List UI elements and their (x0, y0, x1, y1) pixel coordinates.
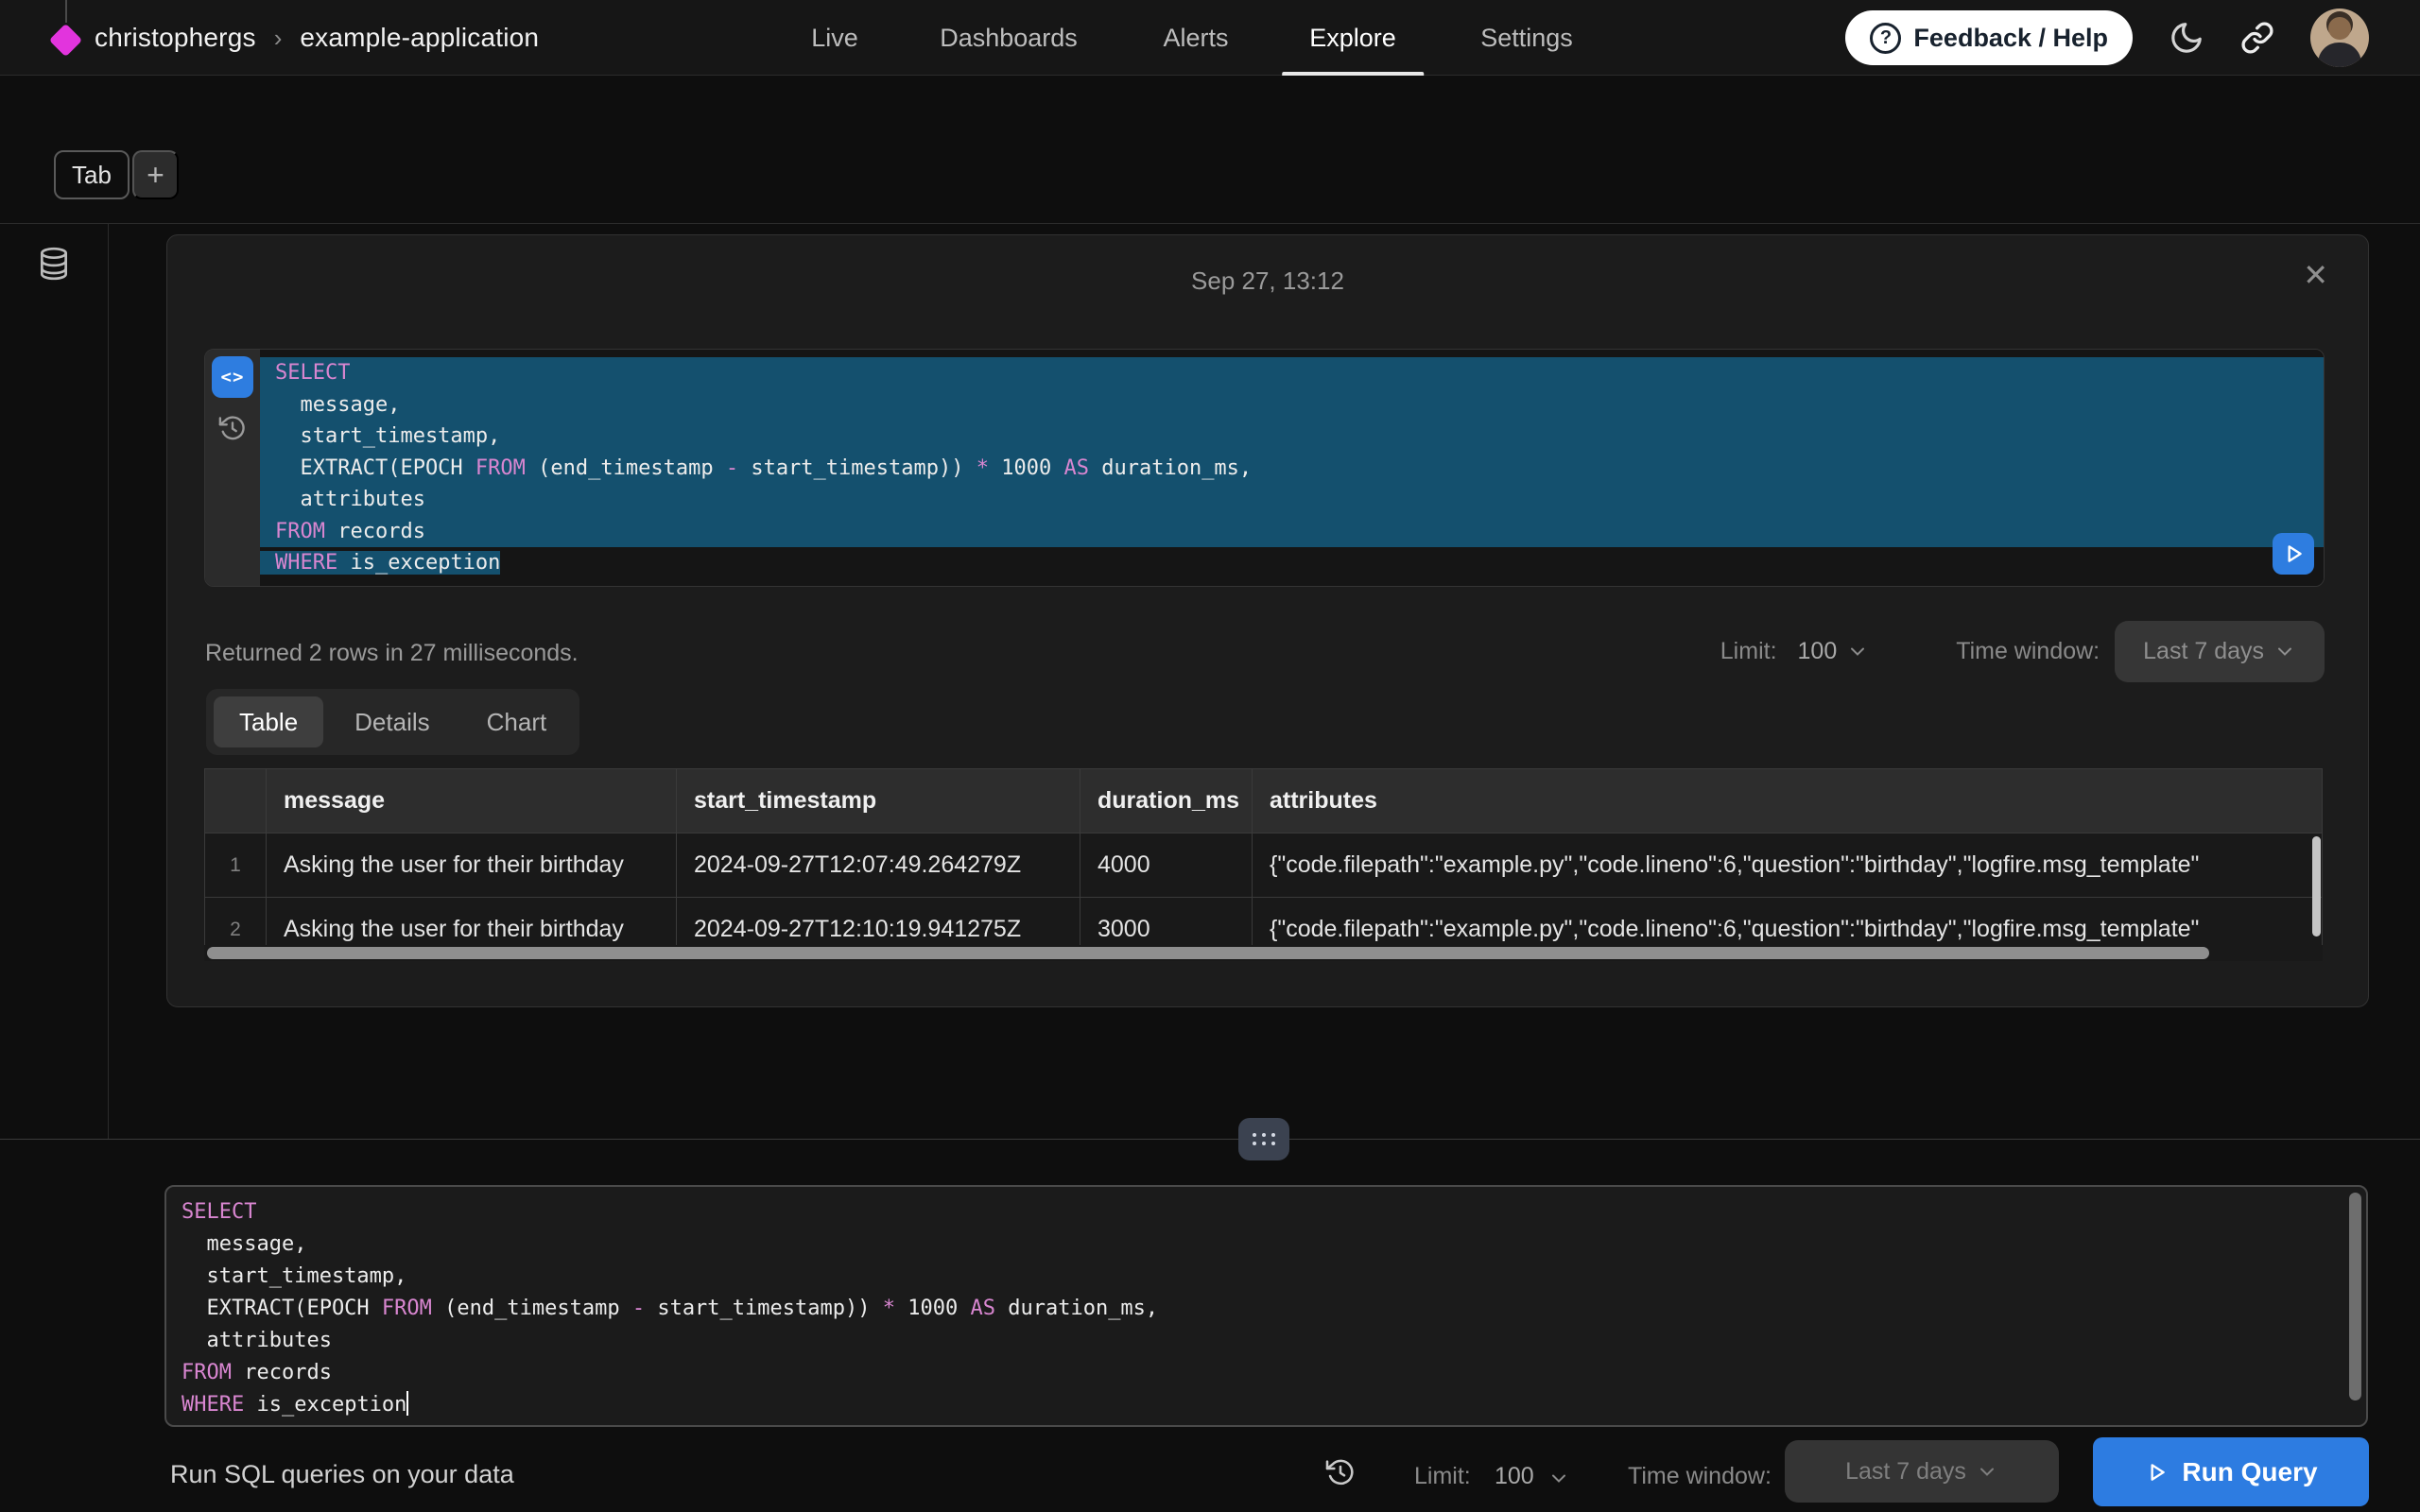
cell-start_timestamp: 2024-09-27T12:07:49.264279Z (677, 833, 1080, 898)
top-navbar: christophergs › example-application Live… (0, 0, 2420, 76)
cell-attributes: {"code.filepath":"example.py","code.line… (1253, 833, 2323, 898)
view-tab-details[interactable]: Details (329, 696, 455, 747)
avatar[interactable] (2310, 9, 2369, 67)
code-line: WHERE is_exception (166, 1389, 2366, 1421)
cell-duration_ms: 4000 (1080, 833, 1253, 898)
code-line: EXTRACT(EPOCH FROM (end_timestamp - star… (166, 1293, 2366, 1325)
code-line: FROM records (260, 516, 2324, 548)
add-tab-button[interactable]: + (132, 150, 179, 199)
code-line: WHERE is_exception (260, 547, 2324, 579)
query-gutter: <> (205, 350, 260, 586)
code-line: message, (260, 389, 2324, 421)
time-window-value: Last 7 days (2143, 638, 2264, 665)
horizontal-scrollbar (204, 945, 2323, 961)
results-table-wrap: messagestart_timestampduration_msattribu… (204, 768, 2323, 961)
feedback-help-label: Feedback / Help (1913, 24, 2108, 53)
footer-time-window-select[interactable]: Last 7 days (1785, 1440, 2059, 1503)
run-query-button[interactable]: Run Query (2093, 1437, 2369, 1506)
query-status: Returned 2 rows in 27 milliseconds. (205, 640, 579, 667)
panel-split-line (0, 1139, 2420, 1140)
grip-dots-icon (1253, 1133, 1256, 1137)
code-line: FROM records (166, 1357, 2366, 1389)
code-line: SELECT (260, 357, 2324, 389)
table-header-row: messagestart_timestampduration_msattribu… (205, 769, 2323, 833)
nav-tab-explore[interactable]: Explore (1309, 0, 1396, 76)
query-result-panel: Sep 27, 13:12 ✕ <> SELECT message, start… (166, 234, 2369, 1007)
rerun-play-button[interactable] (2273, 533, 2314, 575)
code-icon[interactable]: <> (212, 356, 253, 398)
code-line: attributes (166, 1325, 2366, 1357)
executed-query-block: <> SELECT message, start_timestamp, EXTR… (204, 349, 2325, 587)
close-icon[interactable]: ✕ (2303, 260, 2328, 290)
nav-tab-alerts[interactable]: Alerts (1163, 0, 1228, 76)
column-header-message[interactable]: message (267, 769, 677, 833)
executed-sql-code[interactable]: SELECT message, start_timestamp, EXTRACT… (260, 350, 2324, 586)
footer-limit-label: Limit: (1414, 1463, 1471, 1490)
table-row[interactable]: 1Asking the user for their birthday2024-… (205, 833, 2323, 898)
query-history-icon[interactable] (1325, 1457, 1356, 1487)
code-line: start_timestamp, (260, 421, 2324, 453)
time-window-select[interactable]: Last 7 days (2115, 621, 2325, 682)
row-number: 1 (205, 833, 267, 898)
result-view-tabs: TableDetailsChart (206, 689, 579, 755)
chevron-down-icon[interactable] (1547, 1467, 1570, 1489)
nav-tab-settings[interactable]: Settings (1480, 0, 1573, 76)
time-window-label: Time window: (1956, 638, 2100, 665)
result-timestamp: Sep 27, 13:12 (167, 266, 2368, 296)
nav-tab-live[interactable]: Live (811, 0, 858, 76)
result-controls: Limit: 100 Time window: Last 7 days (1720, 620, 2325, 682)
results-table: messagestart_timestampduration_msattribu… (204, 768, 2323, 961)
code-line: start_timestamp, (166, 1261, 2366, 1293)
history-icon[interactable] (218, 414, 247, 442)
theme-toggle-moon-icon[interactable] (2169, 20, 2204, 56)
editor-hint: Run SQL queries on your data (170, 1460, 514, 1489)
database-schema-icon[interactable] (36, 246, 72, 282)
share-link-icon[interactable] (2240, 21, 2274, 55)
code-line: EXTRACT(EPOCH FROM (end_timestamp - star… (260, 453, 2324, 485)
chevron-down-icon[interactable] (1846, 640, 1869, 662)
column-header-attributes[interactable]: attributes (1253, 769, 2323, 833)
footer-time-window-label: Time window: (1628, 1463, 1772, 1490)
code-line: attributes (260, 484, 2324, 516)
view-tab-table[interactable]: Table (214, 696, 323, 747)
nav-tab-dashboards[interactable]: Dashboards (940, 0, 1078, 76)
sql-editor[interactable]: SELECT message, start_timestamp, EXTRACT… (164, 1185, 2368, 1427)
code-line: message, (166, 1228, 2366, 1261)
column-header-duration_ms[interactable]: duration_ms (1080, 769, 1253, 833)
content-divider (0, 223, 2420, 224)
run-query-label: Run Query (2182, 1457, 2317, 1487)
feedback-help-button[interactable]: ? Feedback / Help (1845, 10, 2133, 65)
cell-message: Asking the user for their birthday (267, 833, 677, 898)
text-cursor (406, 1391, 408, 1416)
horizontal-scrollbar-thumb[interactable] (207, 947, 2209, 959)
view-tab-chart[interactable]: Chart (461, 696, 573, 747)
question-circle-icon: ? (1870, 23, 1901, 54)
query-tab-chip[interactable]: Tab (54, 150, 130, 199)
navbar-actions: ? Feedback / Help (1845, 0, 2369, 76)
sidebar-divider (108, 224, 109, 1139)
limit-value[interactable]: 100 (1798, 638, 1838, 665)
column-header-start_timestamp[interactable]: start_timestamp (677, 769, 1080, 833)
row-number-header (205, 769, 267, 833)
editor-scrollbar-thumb[interactable] (2349, 1193, 2361, 1400)
vertical-scrollbar-thumb[interactable] (2312, 836, 2321, 936)
limit-label: Limit: (1720, 638, 1777, 665)
panel-resize-handle[interactable] (1238, 1118, 1289, 1160)
footer-time-window-value: Last 7 days (1845, 1458, 1966, 1486)
footer-limit-value[interactable]: 100 (1495, 1463, 1534, 1490)
code-line: SELECT (166, 1196, 2366, 1228)
